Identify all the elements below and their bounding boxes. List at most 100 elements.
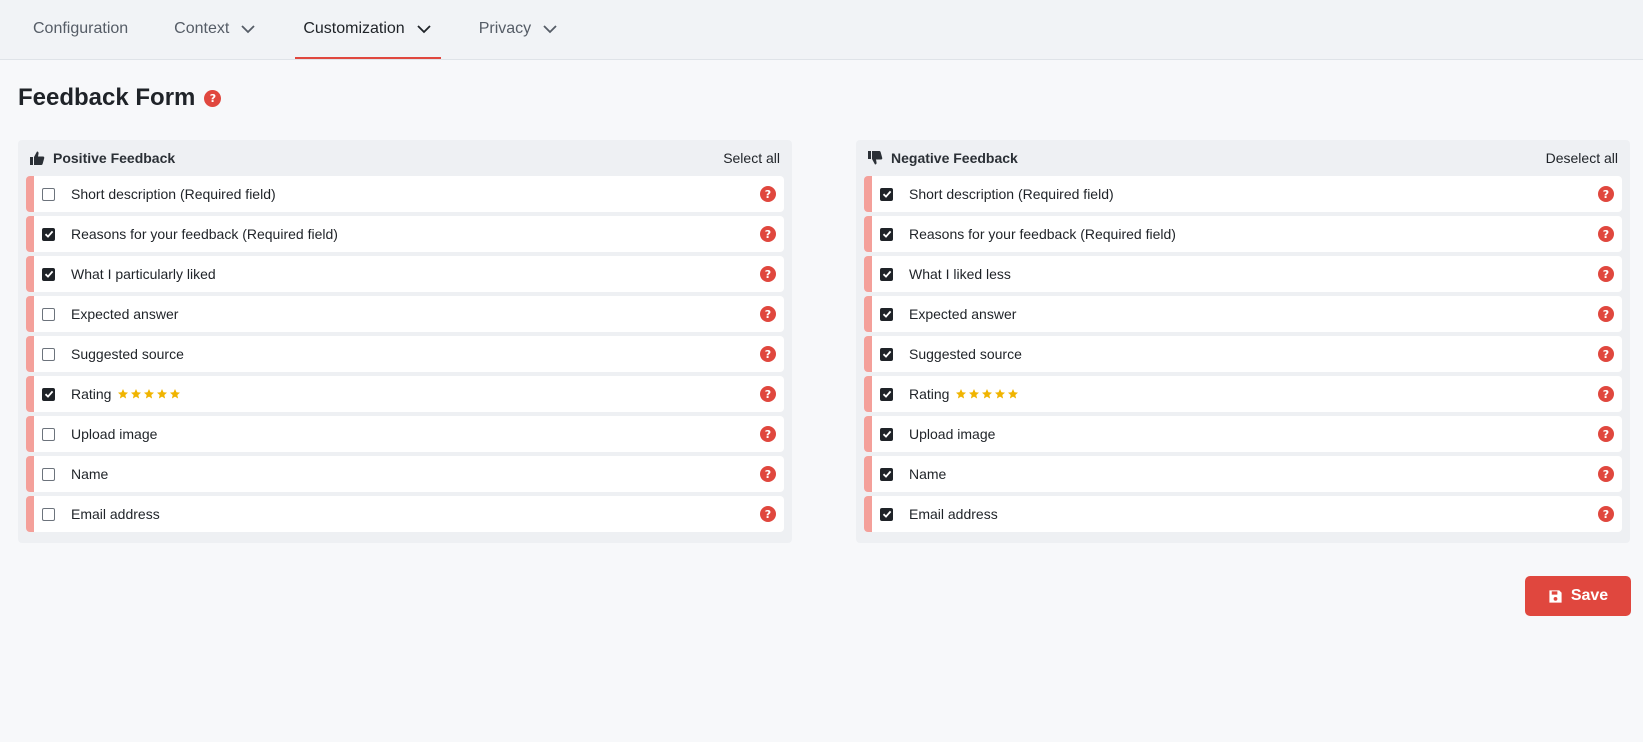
option-checkbox[interactable] — [42, 267, 55, 281]
option-checkbox[interactable] — [880, 307, 893, 321]
option-checkbox[interactable] — [880, 387, 893, 401]
help-icon[interactable]: ? — [760, 186, 776, 202]
option-row[interactable]: Reasons for your feedback (Required fiel… — [864, 216, 1622, 252]
help-icon[interactable]: ? — [760, 266, 776, 282]
option-label: Reasons for your feedback (Required fiel… — [71, 226, 338, 242]
help-icon[interactable]: ? — [1598, 386, 1614, 402]
option-checkbox[interactable] — [880, 187, 893, 201]
chevron-down-icon — [543, 25, 557, 34]
help-icon[interactable]: ? — [1598, 266, 1614, 282]
option-row[interactable]: Upload image? — [26, 416, 784, 452]
tab-label: Privacy — [478, 20, 532, 37]
checkmark-icon — [882, 390, 891, 398]
negative-feedback-panel: Negative Feedback Deselect all Short des… — [856, 140, 1630, 543]
option-label: What I liked less — [909, 266, 1011, 282]
checkmark-icon — [882, 270, 891, 278]
option-row[interactable]: Suggested source? — [864, 336, 1622, 372]
option-label: Short description (Required field) — [909, 186, 1114, 202]
chevron-down-icon — [417, 25, 431, 34]
star-icon — [118, 389, 129, 399]
help-icon[interactable]: ? — [1598, 226, 1614, 242]
option-label: Upload image — [909, 426, 996, 442]
help-icon[interactable]: ? — [760, 306, 776, 322]
option-row[interactable]: Name? — [26, 456, 784, 492]
option-label: Suggested source — [71, 346, 184, 362]
option-checkbox[interactable] — [42, 387, 55, 401]
deselect-all-button[interactable]: Deselect all — [1546, 150, 1618, 166]
option-checkbox[interactable] — [880, 427, 893, 441]
tab-configuration[interactable]: Configuration — [25, 0, 136, 58]
chevron-down-icon — [241, 25, 255, 34]
help-icon[interactable]: ? — [1598, 426, 1614, 442]
tab-bar: Configuration Context Customization Priv… — [0, 0, 1643, 60]
select-all-button[interactable]: Select all — [723, 150, 780, 166]
option-row[interactable]: Expected answer? — [864, 296, 1622, 332]
tab-customization[interactable]: Customization — [295, 0, 442, 59]
option-label: Email address — [909, 506, 998, 522]
option-row[interactable]: Expected answer? — [26, 296, 784, 332]
star-icon — [157, 389, 168, 399]
option-row[interactable]: Name? — [864, 456, 1622, 492]
help-icon[interactable]: ? — [204, 89, 222, 107]
checkmark-icon — [44, 230, 53, 238]
checkmark-icon — [882, 510, 891, 518]
save-label: Save — [1570, 587, 1609, 604]
page-header: Feedback Form ? — [18, 84, 222, 112]
option-label: Reasons for your feedback (Required fiel… — [909, 226, 1176, 242]
option-checkbox[interactable] — [42, 187, 55, 201]
option-checkbox[interactable] — [880, 267, 893, 281]
option-row[interactable]: Suggested source? — [26, 336, 784, 372]
option-row[interactable]: Rating? — [864, 376, 1622, 412]
option-checkbox[interactable] — [42, 467, 55, 481]
tab-privacy[interactable]: Privacy — [471, 0, 567, 58]
option-row[interactable]: Email address? — [26, 496, 784, 532]
option-label: Name — [71, 466, 109, 482]
option-row[interactable]: What I liked less? — [864, 256, 1622, 292]
option-row[interactable]: Rating? — [26, 376, 784, 412]
panel-header: Negative Feedback Deselect all — [856, 140, 1630, 176]
option-checkbox[interactable] — [880, 467, 893, 481]
save-button[interactable]: Save — [1525, 576, 1631, 616]
help-icon[interactable]: ? — [760, 226, 776, 242]
help-icon[interactable]: ? — [760, 386, 776, 402]
star-icon — [144, 389, 155, 399]
thumbs-up-icon — [30, 151, 45, 165]
star-icon — [995, 389, 1006, 399]
help-icon[interactable]: ? — [760, 346, 776, 362]
checkmark-icon — [882, 470, 891, 478]
tab-label: Customization — [303, 20, 405, 37]
help-icon[interactable]: ? — [760, 506, 776, 522]
tab-label: Configuration — [33, 20, 129, 37]
option-row[interactable]: Email address? — [864, 496, 1622, 532]
option-checkbox[interactable] — [42, 347, 55, 361]
option-row[interactable]: Reasons for your feedback (Required fiel… — [26, 216, 784, 252]
checkmark-icon — [44, 270, 53, 278]
floppy-disk-icon — [1549, 589, 1562, 603]
help-icon[interactable]: ? — [1598, 466, 1614, 482]
option-label: Email address — [71, 506, 160, 522]
option-checkbox[interactable] — [880, 507, 893, 521]
option-row[interactable]: Upload image? — [864, 416, 1622, 452]
help-icon[interactable]: ? — [1598, 346, 1614, 362]
option-label: Rating — [909, 386, 950, 402]
option-row[interactable]: Short description (Required field)? — [864, 176, 1622, 212]
help-icon[interactable]: ? — [1598, 506, 1614, 522]
negative-options-list: Short description (Required field)? Reaso… — [856, 176, 1630, 532]
option-checkbox[interactable] — [880, 347, 893, 361]
option-checkbox[interactable] — [42, 507, 55, 521]
option-checkbox[interactable] — [880, 227, 893, 241]
option-row[interactable]: What I particularly liked? — [26, 256, 784, 292]
option-label: Expected answer — [909, 306, 1017, 322]
help-icon[interactable]: ? — [1598, 306, 1614, 322]
option-checkbox[interactable] — [42, 227, 55, 241]
checkmark-icon — [882, 430, 891, 438]
option-row[interactable]: Short description (Required field)? — [26, 176, 784, 212]
help-icon[interactable]: ? — [1598, 186, 1614, 202]
option-label: Upload image — [71, 426, 158, 442]
tab-context[interactable]: Context — [166, 0, 265, 58]
help-icon[interactable]: ? — [760, 466, 776, 482]
option-checkbox[interactable] — [42, 307, 55, 321]
help-icon[interactable]: ? — [760, 426, 776, 442]
option-checkbox[interactable] — [42, 427, 55, 441]
panel-title: Negative Feedback — [891, 150, 1018, 166]
